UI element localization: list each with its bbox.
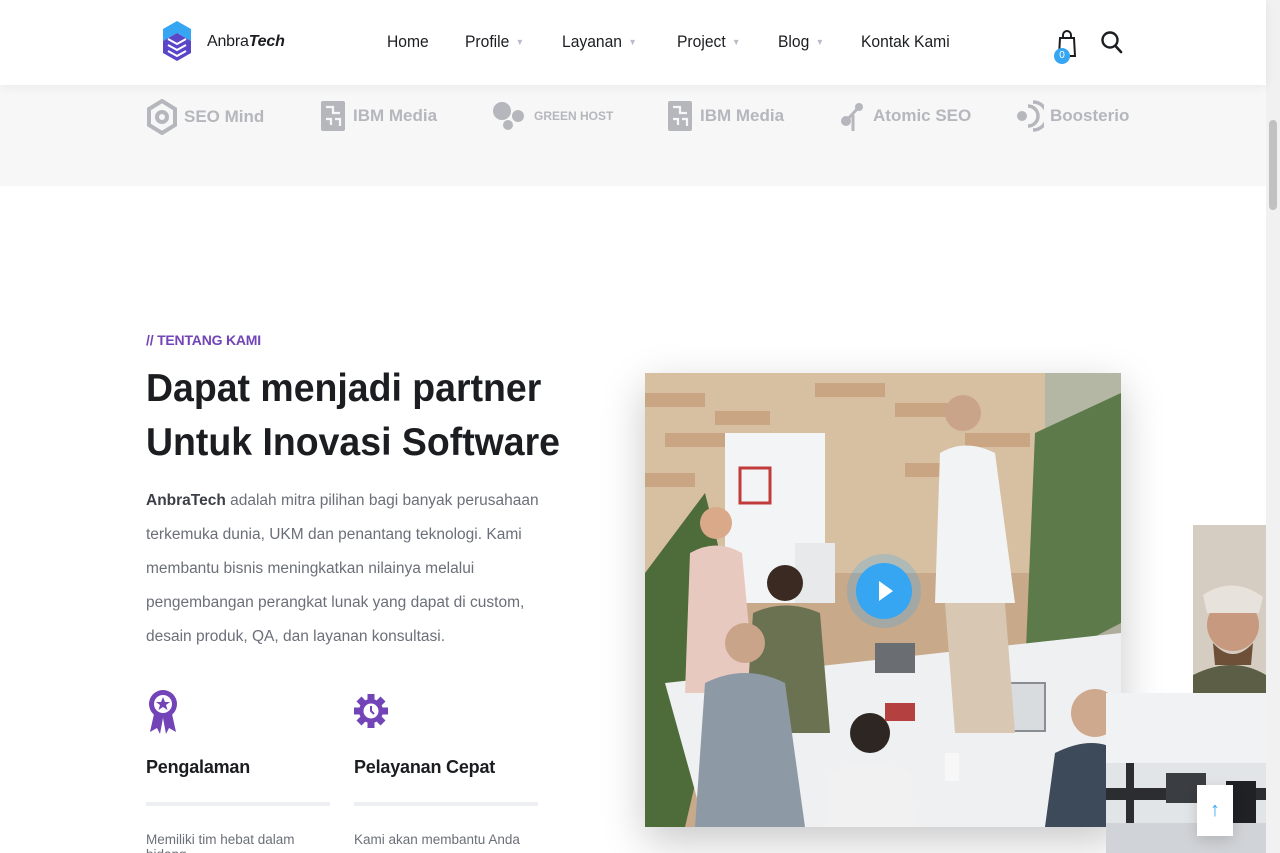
nav-project[interactable]: Project ▼ (677, 32, 740, 52)
boosterio-logo-icon (1017, 100, 1044, 132)
award-ribbon-icon (149, 690, 177, 734)
scrollbar-thumb[interactable] (1269, 120, 1277, 210)
section-headline: Dapat menjadi partner Untuk Inovasi Soft… (146, 367, 560, 464)
caret-down-icon: ▼ (628, 37, 638, 47)
ibm-media-logo-icon (321, 101, 345, 131)
feature-divider (354, 802, 538, 806)
page-scrollbar[interactable] (1266, 0, 1280, 853)
caret-down-icon: ▼ (731, 37, 740, 47)
ibm-media-logo-icon (668, 101, 692, 131)
office-desk-photo (1106, 693, 1266, 853)
nav-profile[interactable]: Profile ▼ (465, 32, 524, 52)
feature-text: Memiliki tim hebat dalam bidang (146, 832, 295, 853)
nav-kontak-kami[interactable]: Kontak Kami (861, 32, 950, 52)
play-video-button[interactable] (856, 563, 912, 619)
client-logo-ibm-media[interactable]: IBM Media (319, 99, 437, 133)
feature-card-pelayanan-cepat: Pelayanan Cepat Kami akan membantu Anda (354, 688, 538, 847)
client-label: IBM Media (353, 106, 438, 125)
brand-logo[interactable]: AnbraTech (160, 19, 285, 65)
arrow-up-icon: ↑ (1210, 799, 1220, 821)
client-logo-ibm-media[interactable]: IBM Media (666, 99, 784, 133)
anbratech-logo-icon (163, 21, 191, 61)
nav-layanan[interactable]: Layanan ▼ (562, 32, 637, 52)
feature-title: Pelayanan Cepat (354, 757, 496, 777)
client-label: Boosterio (1050, 106, 1130, 125)
client-label: IBM Media (700, 106, 785, 125)
cart-button[interactable]: 0 (1054, 28, 1080, 68)
site-header: AnbraTech Home Profile ▼ Layanan ▼ Project… (0, 0, 1266, 85)
feature-divider (146, 802, 330, 806)
caret-down-icon: ▼ (816, 37, 825, 47)
feature-card-pengalaman: Pengalaman Memiliki tim hebat dalam bida… (146, 688, 330, 853)
client-logo-seo-mind[interactable]: SEO Mind (146, 99, 264, 135)
brand-name: AnbraTech (207, 33, 285, 50)
seo-mind-logo-icon (147, 99, 177, 135)
caret-down-icon: ▼ (516, 37, 525, 47)
about-paragraph: AnbraTech adalah mitra pilihan bagi bany… (146, 492, 539, 645)
feature-text: Kami akan membantu Anda (354, 832, 520, 847)
green-host-logo-icon (493, 102, 524, 130)
atomic-seo-logo-icon (841, 103, 863, 131)
client-logo-boosterio[interactable]: Boosterio (1014, 99, 1129, 133)
search-button[interactable] (1100, 30, 1124, 56)
feature-title: Pengalaman (146, 757, 251, 777)
gear-clock-icon (354, 694, 388, 728)
nav-home[interactable]: Home (387, 32, 429, 52)
search-icon (1101, 31, 1123, 54)
section-eyebrow: // TENTANG KAMI (146, 332, 261, 348)
client-logos-strip: SEO Mind IBM Media GREEN HOST IBM Media (0, 85, 1266, 186)
main-nav: Home Profile ▼ Layanan ▼ Project ▼ Blog ▼ Ko… (387, 32, 991, 52)
client-label: SEO Mind (184, 107, 265, 126)
client-logo-atomic-seo[interactable]: Atomic SEO (839, 99, 971, 133)
page: AnbraTech Home Profile ▼ Layanan ▼ Project… (0, 0, 1280, 853)
nav-blog[interactable]: Blog ▼ (778, 32, 824, 52)
client-label: Atomic SEO (873, 106, 972, 125)
client-label: GREEN HOST (534, 109, 614, 123)
back-to-top-button[interactable]: ↑ (1197, 785, 1233, 836)
cart-count-badge: 0 (1054, 48, 1070, 64)
client-logo-green-host[interactable]: GREEN HOST (492, 99, 613, 133)
